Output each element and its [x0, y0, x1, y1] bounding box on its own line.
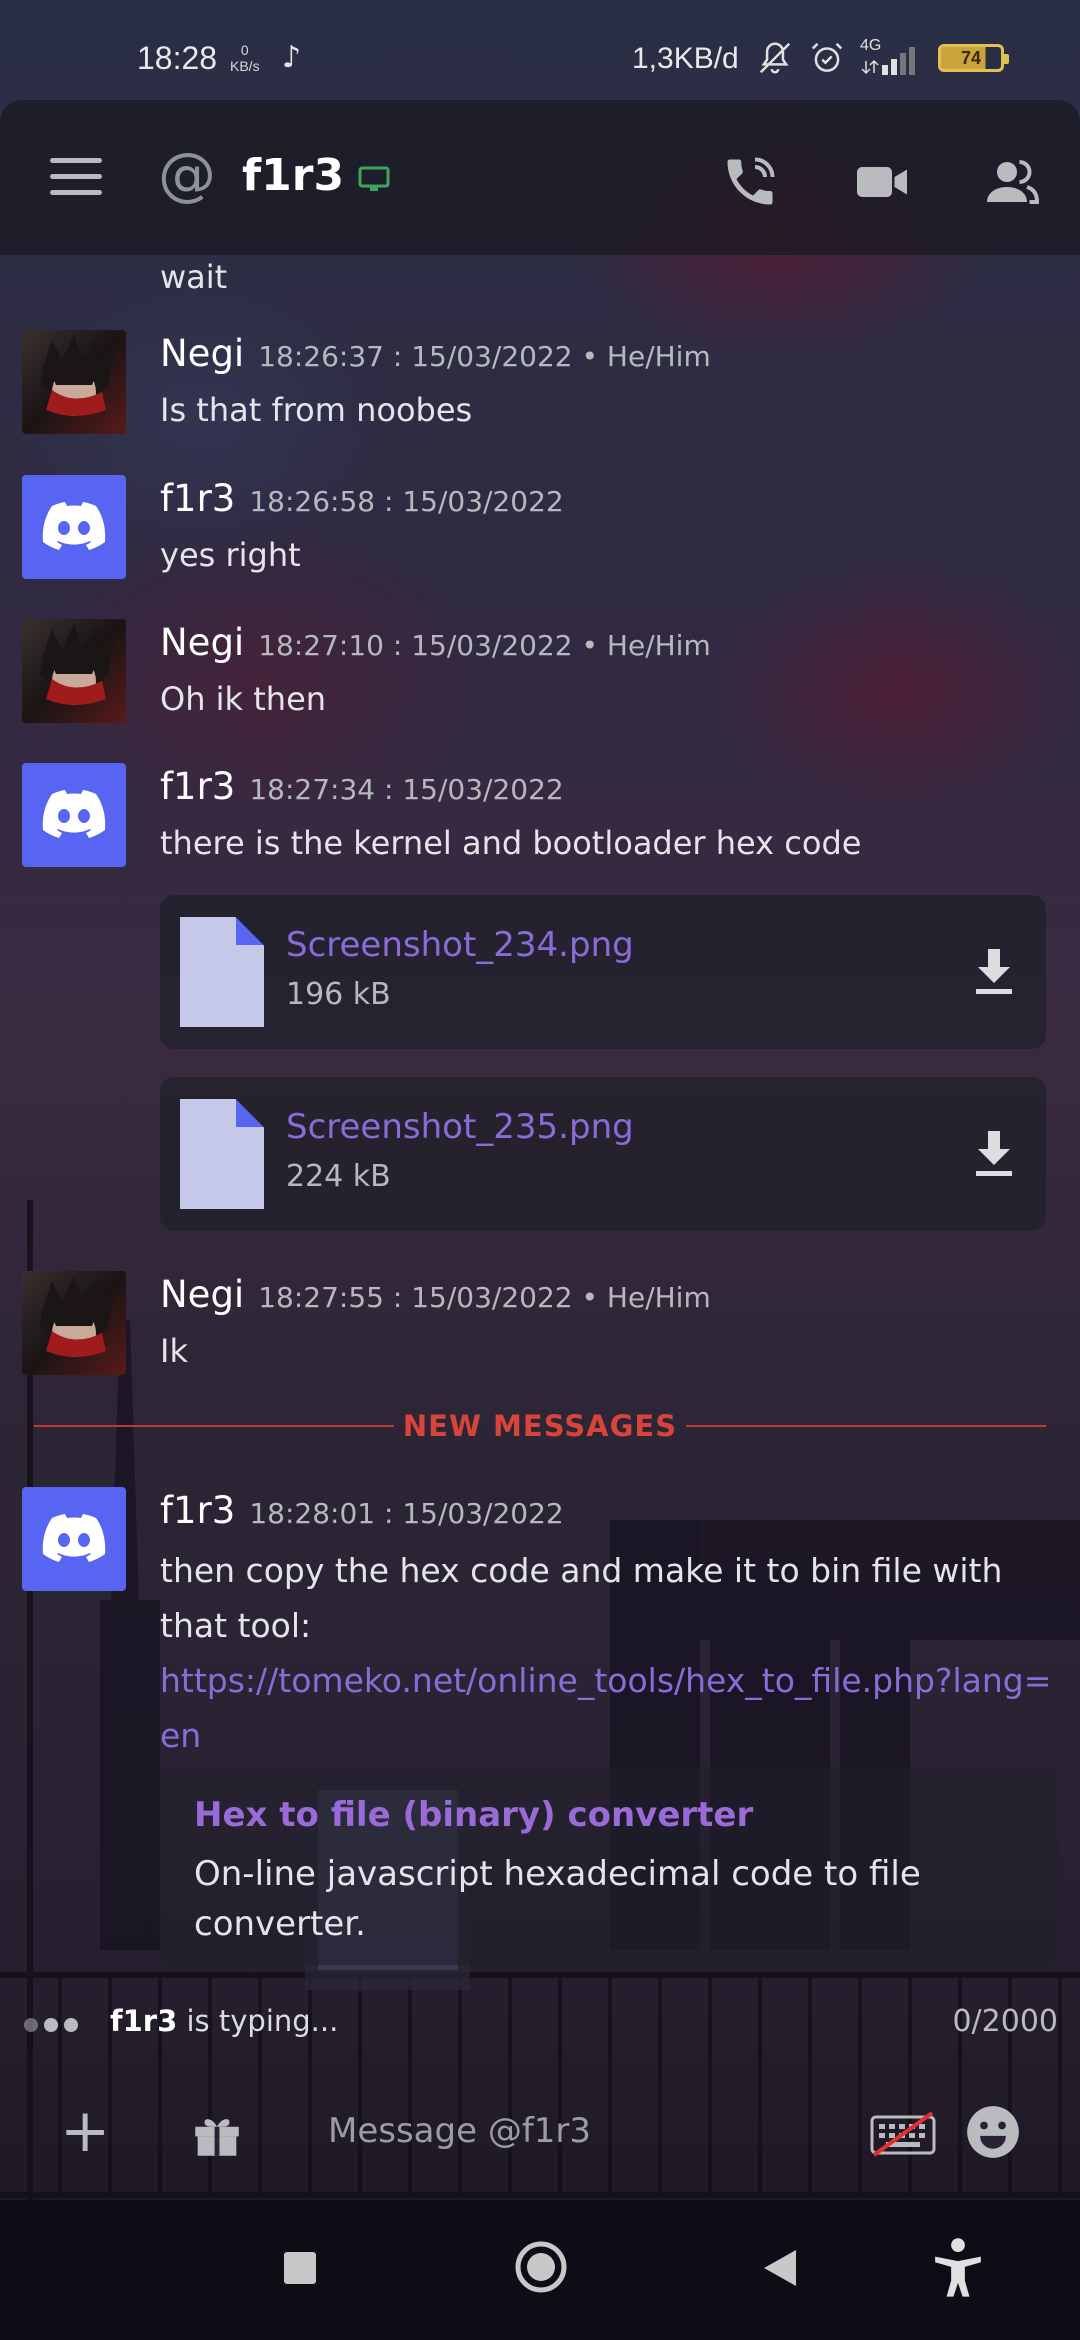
message-link[interactable]: https://tomeko.net/online_tools/hex_to_f…: [160, 1661, 1051, 1755]
typing-user: f1r3: [110, 2004, 178, 2038]
alarm-icon: [811, 42, 843, 72]
recent-apps-icon[interactable]: [282, 2250, 318, 2286]
message-timestamp: 18:27:10 : 15/03/2022 • He/Him: [258, 629, 711, 662]
message-timestamp: 18:26:58 : 15/03/2022: [249, 485, 564, 518]
discord-logo-icon: [42, 790, 106, 838]
message-text: Is that from noobes: [160, 391, 473, 429]
avatar[interactable]: [22, 1271, 126, 1375]
add-attachment-button[interactable]: +: [60, 2099, 110, 2163]
bell-muted-icon: [759, 42, 791, 74]
attachment-name[interactable]: Screenshot_235.png: [286, 1107, 634, 1147]
download-icon[interactable]: [972, 947, 1016, 997]
message-text: there is the kernel and bootloader hex c…: [160, 824, 862, 862]
channel-title: f1r3: [242, 150, 345, 201]
avatar[interactable]: [22, 619, 126, 723]
avatar[interactable]: [22, 763, 126, 867]
keyboard-icon[interactable]: [870, 2109, 936, 2159]
net-speed-value: 0: [240, 42, 249, 58]
data-usage: 1,3KB/d: [632, 42, 739, 75]
discord-logo-icon: [42, 502, 106, 550]
author-name[interactable]: Negi: [160, 621, 244, 664]
desktop-status-icon: [358, 166, 390, 191]
emoji-icon[interactable]: [962, 2101, 1024, 2163]
net-speed-unit: KB/s: [230, 58, 260, 74]
author-name[interactable]: f1r3: [160, 765, 235, 808]
author-name[interactable]: Negi: [160, 332, 244, 375]
author-name[interactable]: f1r3: [160, 477, 235, 520]
link-embed[interactable]: Hex to file (binary) converter On-line j…: [160, 1767, 1058, 1965]
message-header: Negi 18:27:55 : 15/03/2022 • He/Him: [160, 1273, 711, 1320]
members-icon[interactable]: [982, 152, 1042, 212]
system-navigation-bar: [0, 2200, 1080, 2340]
avatar[interactable]: [22, 1487, 126, 1591]
message-text: wait: [160, 258, 228, 296]
attachment-name[interactable]: Screenshot_234.png: [286, 925, 634, 965]
message-header: f1r3 18:26:58 : 15/03/2022: [160, 477, 564, 524]
message-text: yes right: [160, 536, 301, 574]
gift-icon[interactable]: [188, 2105, 246, 2163]
author-name[interactable]: Negi: [160, 1273, 244, 1316]
tiktok-icon: ♪: [282, 40, 302, 75]
typing-dots-icon: [24, 2018, 78, 2032]
typing-suffix: is typing...: [177, 2004, 339, 2038]
message-text: Ik: [160, 1332, 188, 1370]
channel-header: @ f1r3: [0, 100, 1080, 255]
back-icon[interactable]: [760, 2246, 800, 2290]
net-speed: 0 KB/s: [230, 42, 260, 74]
video-call-icon[interactable]: [852, 152, 912, 212]
message-header: f1r3 18:27:34 : 15/03/2022: [160, 765, 564, 812]
file-icon: [180, 917, 264, 1027]
message-body: then copy the hex code and make it to bi…: [160, 1543, 1060, 1763]
accessibility-icon[interactable]: [930, 2236, 986, 2300]
author-name[interactable]: f1r3: [160, 1489, 235, 1532]
character-counter: 0/2000: [952, 2004, 1058, 2039]
status-icons: 4G 74: [756, 36, 1009, 80]
message-timestamp: 18:27:55 : 15/03/2022 • He/Him: [258, 1281, 711, 1314]
typing-indicator: f1r3 is typing... 0/2000: [0, 2000, 1080, 2050]
message-timestamp: 18:28:01 : 15/03/2022: [249, 1497, 564, 1530]
status-time: 18:28: [137, 40, 218, 76]
voice-call-icon[interactable]: [720, 152, 780, 212]
signal-icon: 4G: [860, 37, 924, 75]
message-timestamp: 18:27:34 : 15/03/2022: [249, 773, 564, 806]
dm-at-symbol: @: [158, 140, 216, 208]
home-icon[interactable]: [514, 2240, 568, 2294]
avatar[interactable]: [22, 475, 126, 579]
menu-icon[interactable]: [50, 158, 102, 196]
status-bar: 18:28 0 KB/s ♪ 1,3KB/d 4G 74: [0, 0, 1080, 100]
message-text: then copy the hex code and make it to bi…: [160, 1551, 1003, 1645]
message-list[interactable]: wait Negi 18:26:37 : 15/03/2022 • He/Him …: [0, 255, 1080, 1965]
battery-icon: 74: [938, 44, 1009, 72]
message-header: f1r3 18:28:01 : 15/03/2022: [160, 1489, 564, 1536]
message-header: Negi 18:27:10 : 15/03/2022 • He/Him: [160, 621, 711, 668]
avatar[interactable]: [22, 330, 126, 434]
embed-title[interactable]: Hex to file (binary) converter: [194, 1795, 753, 1835]
message-composer: + Message @f1r3: [0, 2085, 1080, 2185]
typing-text: f1r3 is typing...: [110, 2004, 338, 2038]
message-text: Oh ik then: [160, 680, 327, 718]
file-icon: [180, 1099, 264, 1209]
battery-level: 74: [960, 48, 982, 68]
message-header: Negi 18:26:37 : 15/03/2022 • He/Him: [160, 332, 711, 379]
attachment-size: 196 kB: [286, 977, 391, 1012]
attachment-size: 224 kB: [286, 1159, 391, 1194]
new-messages-divider: NEW MESSAGES: [34, 1403, 1046, 1449]
embed-description: On-line javascript hexadecimal code to f…: [194, 1854, 921, 1944]
download-icon[interactable]: [972, 1129, 1016, 1179]
message-input[interactable]: Message @f1r3: [328, 2111, 591, 2151]
file-attachment[interactable]: Screenshot_234.png 196 kB: [160, 895, 1046, 1049]
message-timestamp: 18:26:37 : 15/03/2022 • He/Him: [258, 340, 711, 373]
file-attachment[interactable]: Screenshot_235.png 224 kB: [160, 1077, 1046, 1231]
discord-logo-icon: [42, 1514, 106, 1562]
new-messages-label: NEW MESSAGES: [402, 1409, 678, 1443]
